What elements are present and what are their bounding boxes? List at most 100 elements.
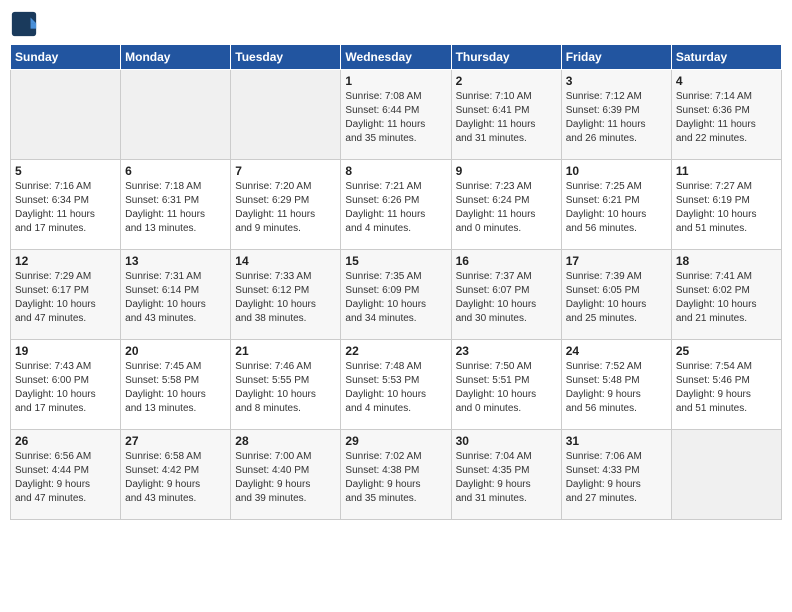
day-info: Sunrise: 7:04 AM Sunset: 4:35 PM Dayligh…	[456, 450, 557, 506]
day-number: 24	[566, 344, 667, 358]
calendar-cell: 2Sunrise: 7:10 AM Sunset: 6:41 PM Daylig…	[451, 70, 561, 160]
day-info: Sunrise: 7:48 AM Sunset: 5:53 PM Dayligh…	[345, 360, 446, 416]
calendar-table: SundayMondayTuesdayWednesdayThursdayFrid…	[10, 44, 782, 520]
calendar-body: 1Sunrise: 7:08 AM Sunset: 6:44 PM Daylig…	[11, 70, 782, 520]
day-info: Sunrise: 7:23 AM Sunset: 6:24 PM Dayligh…	[456, 180, 557, 236]
calendar-cell: 22 Sunrise: 7:48 AM Sunset: 5:53 PM Dayli…	[341, 340, 451, 430]
day-info: Sunrise: 7:12 AM Sunset: 6:39 PM Dayligh…	[566, 90, 667, 146]
day-number: 22	[345, 344, 446, 358]
day-number: 2	[456, 74, 557, 88]
day-info: Sunrise: 7:46 AM Sunset: 5:55 PM Dayligh…	[235, 360, 336, 416]
day-number: 20	[125, 344, 226, 358]
day-number: 12	[15, 254, 116, 268]
calendar-cell: 29 Sunrise: 7:02 AM Sunset: 4:38 PM Dayli…	[341, 430, 451, 520]
day-number: 21	[235, 344, 336, 358]
calendar-week-3: 12 Sunrise: 7:29 AM Sunset: 6:17 PM Dayli…	[11, 250, 782, 340]
day-info: Sunrise: 7:45 AM Sunset: 5:58 PM Dayligh…	[125, 360, 226, 416]
day-info: Sunrise: 7:18 AM Sunset: 6:31 PM Dayligh…	[125, 180, 226, 236]
day-number: 13	[125, 254, 226, 268]
day-info: Sunrise: 7:33 AM Sunset: 6:12 PM Dayligh…	[235, 270, 336, 326]
day-number: 4	[676, 74, 777, 88]
calendar-cell: 19Sunrise: 7:43 AM Sunset: 6:00 PM Dayli…	[11, 340, 121, 430]
day-info: Sunrise: 7:02 AM Sunset: 4:38 PM Dayligh…	[345, 450, 446, 506]
page-header	[10, 10, 782, 38]
calendar-cell: 16 Sunrise: 7:37 AM Sunset: 6:07 PM Dayli…	[451, 250, 561, 340]
day-info: Sunrise: 7:25 AM Sunset: 6:21 PM Dayligh…	[566, 180, 667, 236]
day-info: Sunrise: 7:35 AM Sunset: 6:09 PM Dayligh…	[345, 270, 446, 326]
day-number: 27	[125, 434, 226, 448]
day-info: Sunrise: 7:41 AM Sunset: 6:02 PM Dayligh…	[676, 270, 777, 326]
day-header-saturday: Saturday	[671, 45, 781, 70]
calendar-week-2: 5Sunrise: 7:16 AM Sunset: 6:34 PM Daylig…	[11, 160, 782, 250]
day-info: Sunrise: 7:06 AM Sunset: 4:33 PM Dayligh…	[566, 450, 667, 506]
calendar-cell: 4 Sunrise: 7:14 AM Sunset: 6:36 PM Daylig…	[671, 70, 781, 160]
day-info: Sunrise: 7:39 AM Sunset: 6:05 PM Dayligh…	[566, 270, 667, 326]
day-number: 29	[345, 434, 446, 448]
day-number: 30	[456, 434, 557, 448]
calendar-cell: 28Sunrise: 7:00 AM Sunset: 4:40 PM Dayli…	[231, 430, 341, 520]
calendar-cell: 7 Sunrise: 7:20 AM Sunset: 6:29 PM Daylig…	[231, 160, 341, 250]
day-number: 15	[345, 254, 446, 268]
day-header-friday: Friday	[561, 45, 671, 70]
day-info: Sunrise: 7:14 AM Sunset: 6:36 PM Dayligh…	[676, 90, 777, 146]
day-number: 9	[456, 164, 557, 178]
calendar-cell: 11 Sunrise: 7:27 AM Sunset: 6:19 PM Dayli…	[671, 160, 781, 250]
day-number: 31	[566, 434, 667, 448]
day-number: 23	[456, 344, 557, 358]
calendar-week-1: 1Sunrise: 7:08 AM Sunset: 6:44 PM Daylig…	[11, 70, 782, 160]
calendar-cell: 31 Sunrise: 7:06 AM Sunset: 4:33 PM Dayli…	[561, 430, 671, 520]
day-header-tuesday: Tuesday	[231, 45, 341, 70]
day-number: 5	[15, 164, 116, 178]
day-info: Sunrise: 6:58 AM Sunset: 4:42 PM Dayligh…	[125, 450, 226, 506]
day-number: 6	[125, 164, 226, 178]
day-info: Sunrise: 7:37 AM Sunset: 6:07 PM Dayligh…	[456, 270, 557, 326]
calendar-cell: 27 Sunrise: 6:58 AM Sunset: 4:42 PM Dayli…	[121, 430, 231, 520]
calendar-cell: 13Sunrise: 7:31 AM Sunset: 6:14 PM Dayli…	[121, 250, 231, 340]
day-info: Sunrise: 7:43 AM Sunset: 6:00 PM Dayligh…	[15, 360, 116, 416]
day-info: Sunrise: 7:27 AM Sunset: 6:19 PM Dayligh…	[676, 180, 777, 236]
calendar-cell	[121, 70, 231, 160]
calendar-cell: 21 Sunrise: 7:46 AM Sunset: 5:55 PM Dayli…	[231, 340, 341, 430]
calendar-cell: 1Sunrise: 7:08 AM Sunset: 6:44 PM Daylig…	[341, 70, 451, 160]
day-number: 26	[15, 434, 116, 448]
day-info: Sunrise: 7:29 AM Sunset: 6:17 PM Dayligh…	[15, 270, 116, 326]
day-header-thursday: Thursday	[451, 45, 561, 70]
calendar-cell: 12 Sunrise: 7:29 AM Sunset: 6:17 PM Dayli…	[11, 250, 121, 340]
calendar-cell: 30 Sunrise: 7:04 AM Sunset: 4:35 PM Dayli…	[451, 430, 561, 520]
calendar-cell: 5Sunrise: 7:16 AM Sunset: 6:34 PM Daylig…	[11, 160, 121, 250]
day-number: 14	[235, 254, 336, 268]
calendar-cell: 26 Sunrise: 6:56 AM Sunset: 4:44 PM Dayli…	[11, 430, 121, 520]
day-number: 7	[235, 164, 336, 178]
day-number: 17	[566, 254, 667, 268]
calendar-week-5: 26 Sunrise: 6:56 AM Sunset: 4:44 PM Dayli…	[11, 430, 782, 520]
day-info: Sunrise: 7:20 AM Sunset: 6:29 PM Dayligh…	[235, 180, 336, 236]
calendar-cell	[231, 70, 341, 160]
day-info: Sunrise: 6:56 AM Sunset: 4:44 PM Dayligh…	[15, 450, 116, 506]
day-number: 8	[345, 164, 446, 178]
calendar-cell: 18Sunrise: 7:41 AM Sunset: 6:02 PM Dayli…	[671, 250, 781, 340]
day-number: 3	[566, 74, 667, 88]
day-info: Sunrise: 7:50 AM Sunset: 5:51 PM Dayligh…	[456, 360, 557, 416]
calendar-cell: 20 Sunrise: 7:45 AM Sunset: 5:58 PM Dayli…	[121, 340, 231, 430]
calendar-cell: 23 Sunrise: 7:50 AM Sunset: 5:51 PM Dayli…	[451, 340, 561, 430]
calendar-cell: 15 Sunrise: 7:35 AM Sunset: 6:09 PM Dayli…	[341, 250, 451, 340]
day-number: 10	[566, 164, 667, 178]
calendar-cell: 24Sunrise: 7:52 AM Sunset: 5:48 PM Dayli…	[561, 340, 671, 430]
calendar-cell: 25Sunrise: 7:54 AM Sunset: 5:46 PM Dayli…	[671, 340, 781, 430]
day-number: 25	[676, 344, 777, 358]
day-number: 16	[456, 254, 557, 268]
day-info: Sunrise: 7:08 AM Sunset: 6:44 PM Dayligh…	[345, 90, 446, 146]
calendar-header-row: SundayMondayTuesdayWednesdayThursdayFrid…	[11, 45, 782, 70]
calendar-cell: 14 Sunrise: 7:33 AM Sunset: 6:12 PM Dayli…	[231, 250, 341, 340]
calendar-cell	[671, 430, 781, 520]
calendar-cell: 17 Sunrise: 7:39 AM Sunset: 6:05 PM Dayli…	[561, 250, 671, 340]
day-header-sunday: Sunday	[11, 45, 121, 70]
calendar-cell: 8 Sunrise: 7:21 AM Sunset: 6:26 PM Daylig…	[341, 160, 451, 250]
calendar-cell: 9 Sunrise: 7:23 AM Sunset: 6:24 PM Daylig…	[451, 160, 561, 250]
calendar-cell: 10 Sunrise: 7:25 AM Sunset: 6:21 PM Dayli…	[561, 160, 671, 250]
calendar-cell: 6 Sunrise: 7:18 AM Sunset: 6:31 PM Daylig…	[121, 160, 231, 250]
day-number: 11	[676, 164, 777, 178]
day-header-monday: Monday	[121, 45, 231, 70]
calendar-cell: 3 Sunrise: 7:12 AM Sunset: 6:39 PM Daylig…	[561, 70, 671, 160]
day-info: Sunrise: 7:21 AM Sunset: 6:26 PM Dayligh…	[345, 180, 446, 236]
